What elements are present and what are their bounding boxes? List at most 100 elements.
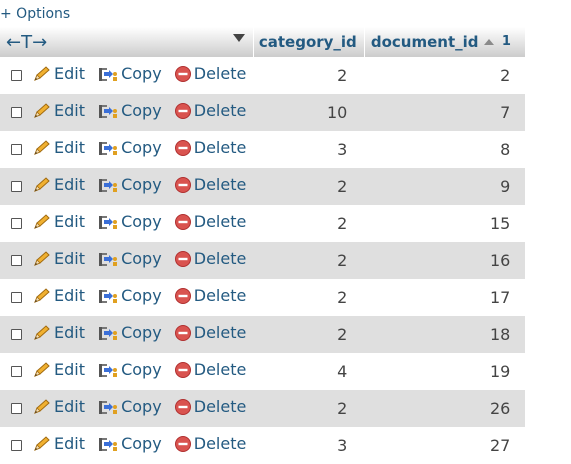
delete-button[interactable]: Delete — [174, 175, 247, 195]
category-id-cell[interactable]: 2 — [253, 390, 365, 427]
copy-insert-icon — [99, 437, 118, 451]
edit-button[interactable]: Edit — [32, 101, 85, 120]
category-id-cell[interactable]: 3 — [253, 131, 365, 168]
row-actions-cell: Edit Copy Delete — [32, 168, 254, 205]
delete-icon — [174, 398, 191, 415]
copy-button[interactable]: Copy — [97, 138, 162, 157]
delete-button[interactable]: Delete — [174, 64, 246, 83]
delete-button[interactable]: Delete — [174, 323, 246, 342]
copy-button[interactable]: Copy — [97, 64, 162, 83]
row-checkbox[interactable] — [10, 181, 22, 192]
delete-button[interactable]: Delete — [174, 360, 246, 379]
copy-button[interactable]: Copy — [97, 434, 162, 453]
column-header-category-id[interactable]: category_id — [253, 27, 365, 57]
document-id-cell[interactable]: 8 — [364, 131, 526, 168]
delete-button[interactable]: Delete — [174, 249, 246, 268]
edit-label: Edit — [54, 138, 85, 158]
document-id-cell[interactable]: 19 — [364, 353, 526, 390]
delete-label: Delete — [193, 212, 247, 232]
delete-label: Delete — [193, 286, 247, 306]
row-actions-cell: Edit Copy Delete — [32, 316, 254, 353]
row-actions-cell: Edit Copy Delete — [32, 427, 254, 464]
edit-button[interactable]: Edit — [32, 138, 85, 157]
copy-button[interactable]: Copy — [97, 249, 162, 268]
category-id-cell[interactable]: 10 — [253, 94, 365, 131]
document-id-cell[interactable]: 17 — [364, 279, 526, 316]
document-id-cell[interactable]: 27 — [364, 427, 526, 464]
row-select-cell — [0, 427, 32, 464]
category-id-cell[interactable]: 2 — [253, 168, 365, 205]
delete-button[interactable]: Delete — [174, 434, 246, 453]
delete-button[interactable]: Delete — [174, 212, 247, 232]
copy-button[interactable]: Copy — [97, 286, 162, 305]
copy-button[interactable]: Copy — [97, 360, 162, 379]
copy-button[interactable]: Copy — [97, 323, 162, 342]
edit-button[interactable]: Edit — [32, 323, 85, 342]
copy-button[interactable]: Copy — [97, 397, 162, 416]
delete-label: Delete — [193, 138, 247, 158]
document-id-cell[interactable]: 15 — [364, 205, 526, 242]
copy-insert-icon — [99, 104, 118, 118]
edit-label: Edit — [54, 175, 85, 195]
copy-label: Copy — [121, 101, 162, 121]
edit-button[interactable]: Edit — [32, 175, 85, 194]
edit-button[interactable]: Edit — [32, 397, 85, 416]
edit-button[interactable]: Edit — [32, 286, 85, 305]
row-actions-cell: Edit Copy Delete — [32, 205, 254, 242]
options-toggle[interactable]: + Options — [0, 6, 70, 22]
delete-icon — [174, 361, 191, 378]
edit-button[interactable]: Edit — [32, 64, 85, 83]
edit-label: Edit — [54, 397, 85, 417]
pencil-icon — [34, 103, 50, 118]
category-id-cell[interactable]: 4 — [253, 353, 365, 390]
row-checkbox[interactable] — [10, 70, 22, 81]
row-checkbox[interactable] — [10, 107, 22, 118]
delete-icon — [174, 139, 191, 156]
edit-label: Edit — [54, 101, 85, 121]
delete-button[interactable]: Delete — [174, 138, 247, 158]
category-id-cell[interactable]: 2 — [253, 205, 365, 242]
category-id-cell[interactable]: 2 — [253, 279, 365, 316]
document-id-cell[interactable]: 18 — [364, 316, 526, 353]
copy-button[interactable]: Copy — [97, 101, 162, 120]
copy-label: Copy — [121, 397, 162, 417]
dropdown-triangle-icon[interactable] — [232, 34, 245, 42]
delete-button[interactable]: Delete — [174, 397, 246, 416]
copy-button[interactable]: Copy — [97, 175, 162, 194]
row-checkbox[interactable] — [10, 440, 22, 451]
document-id-cell[interactable]: 7 — [364, 94, 526, 131]
row-checkbox[interactable] — [10, 218, 22, 229]
pencil-icon — [34, 362, 50, 377]
document-id-cell[interactable]: 9 — [364, 168, 526, 205]
category-id-cell[interactable]: 2 — [253, 57, 365, 94]
copy-button[interactable]: Copy — [97, 212, 162, 231]
category-id-cell[interactable]: 2 — [253, 316, 365, 353]
document-id-cell[interactable]: 2 — [364, 57, 526, 94]
row-actions-cell: Edit Copy Delete — [32, 131, 254, 168]
row-checkbox[interactable] — [10, 366, 22, 377]
edit-label: Edit — [54, 434, 85, 454]
row-checkbox[interactable] — [10, 144, 22, 155]
column-move-arrows-icon[interactable]: ←T→ — [6, 32, 47, 53]
row-checkbox[interactable] — [10, 329, 22, 340]
delete-label: Delete — [193, 175, 247, 195]
category-id-cell[interactable]: 3 — [253, 427, 365, 464]
edit-label: Edit — [54, 286, 85, 306]
document-id-cell[interactable]: 26 — [364, 390, 526, 427]
delete-icon — [174, 176, 191, 193]
row-checkbox[interactable] — [10, 292, 22, 303]
row-checkbox[interactable] — [10, 403, 22, 414]
document-id-cell[interactable]: 16 — [364, 242, 526, 279]
delete-button[interactable]: Delete — [174, 101, 246, 120]
column-controls-header: ←T→ — [0, 27, 254, 57]
copy-label: Copy — [121, 323, 162, 343]
category-id-cell[interactable]: 2 — [253, 242, 365, 279]
row-select-cell — [0, 316, 32, 353]
edit-button[interactable]: Edit — [32, 249, 85, 268]
column-header-document-id[interactable]: document_id 1 — [364, 27, 526, 57]
row-checkbox[interactable] — [10, 255, 22, 266]
edit-button[interactable]: Edit — [32, 434, 85, 453]
edit-button[interactable]: Edit — [32, 212, 85, 231]
edit-button[interactable]: Edit — [32, 360, 85, 379]
delete-button[interactable]: Delete — [174, 286, 247, 306]
